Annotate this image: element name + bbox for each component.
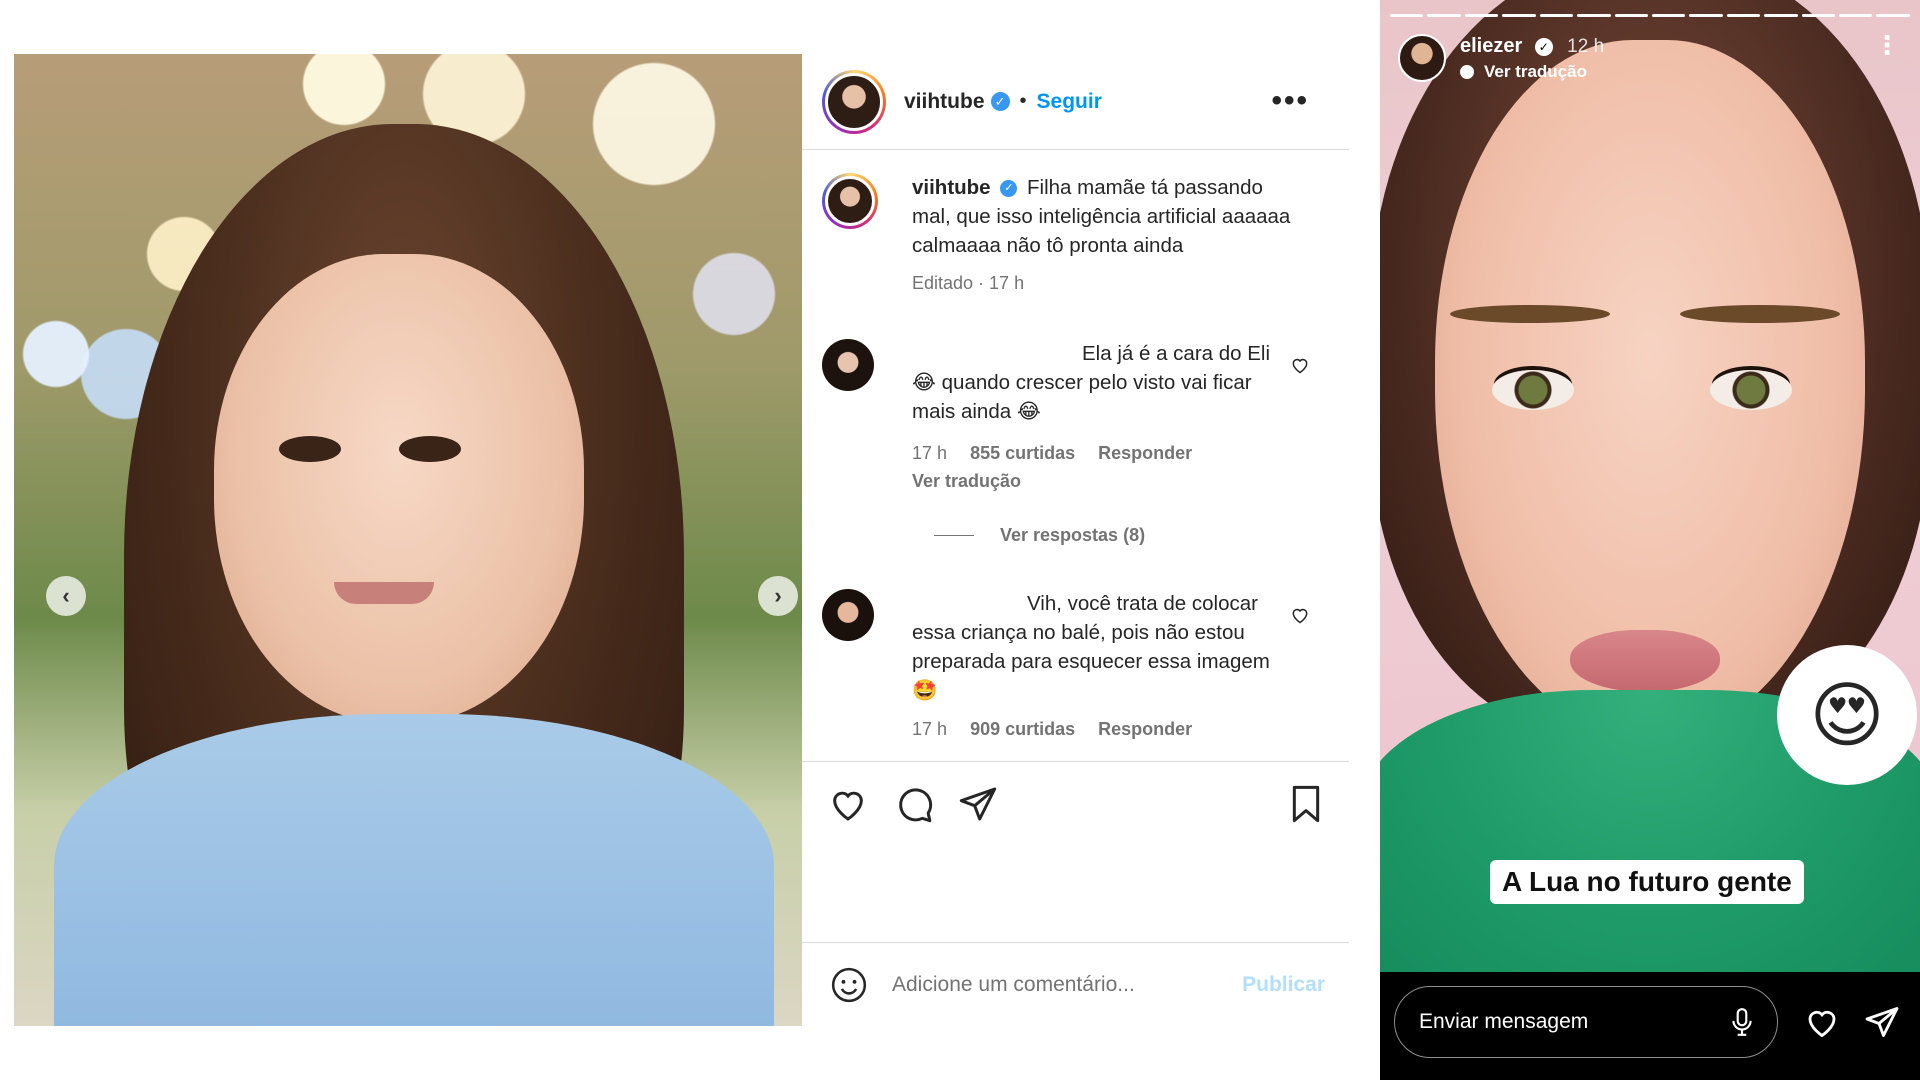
story-progress-segment (1689, 14, 1723, 17)
reply-button[interactable]: Responder (1098, 719, 1192, 739)
story-translate-label[interactable]: Ver tradução (1484, 62, 1587, 82)
comment-likes[interactable]: 855 curtidas (970, 443, 1075, 463)
like-comment-heart-icon[interactable] (1290, 605, 1310, 625)
story-like-heart-icon[interactable] (1804, 1004, 1840, 1040)
like-heart-icon[interactable] (828, 784, 868, 824)
comment-likes[interactable]: 909 curtidas (970, 719, 1075, 739)
comment-bubble-icon[interactable] (894, 784, 934, 824)
share-send-icon[interactable] (958, 784, 998, 824)
photo-eye-left (279, 436, 341, 462)
carousel-prev-button[interactable]: ‹ (46, 576, 86, 616)
comment-time: 17 h (912, 719, 948, 739)
story-viewer[interactable]: eliezer ✓ 12 h Ver tradução ⋮ 😍 A Lua no… (1380, 0, 1920, 1080)
story-header: eliezer ✓ 12 h Ver tradução (1398, 30, 1604, 86)
story-progress-segment (1464, 14, 1499, 17)
author-avatar[interactable] (822, 69, 886, 134)
story-progress-segment (1427, 14, 1461, 17)
story-caption: A Lua no futuro gente (1490, 860, 1804, 904)
story-progress-segment (1839, 14, 1873, 17)
caption-username[interactable]: viihtube (912, 176, 991, 199)
comment-translate[interactable]: Ver tradução (912, 471, 1039, 492)
story-progress-segment (1539, 14, 1574, 17)
story-progress-segment (1502, 14, 1536, 17)
translate-link[interactable]: Ver tradução (912, 471, 1021, 491)
story-share-send-icon[interactable] (1864, 1004, 1900, 1040)
post-header: viihtube ✓ • Seguir ••• (802, 54, 1349, 150)
story-username[interactable]: eliezer (1460, 35, 1522, 57)
microphone-icon[interactable] (1729, 1007, 1755, 1037)
story-eye-right (1710, 370, 1792, 410)
story-reply-bar (1380, 972, 1920, 1080)
caption-text: viihtube ✓ Filha mamãe tá passando mal, … (912, 173, 1292, 260)
add-comment-bar: Publicar (802, 942, 1349, 1026)
save-bookmark-icon[interactable] (1286, 784, 1326, 824)
translate-icon (1460, 64, 1474, 79)
story-image (1380, 0, 1920, 972)
photo-eye-right (399, 436, 461, 462)
carousel-next-button[interactable]: › (758, 576, 798, 616)
story-progress-segment (1726, 14, 1761, 17)
chevron-left-icon: ‹ (62, 583, 70, 608)
more-options-icon[interactable]: ••• (1271, 84, 1309, 118)
comments-list[interactable]: viihtube ✓ Filha mamãe tá passando mal, … (802, 151, 1349, 761)
comment-meta: 17 h 909 curtidas Responder (912, 719, 1210, 740)
story-translate-button[interactable]: Ver tradução (1460, 62, 1604, 82)
story-progress-segment (1577, 14, 1611, 17)
story-reaction-sticker[interactable]: 😍 (1777, 645, 1917, 785)
send-message-box[interactable] (1394, 986, 1778, 1058)
caption-row: viihtube ✓ Filha mamãe tá passando mal, … (822, 173, 1332, 293)
comment-row: Vih, você trata de colocar essa criança … (822, 589, 1332, 761)
story-time: 12 h (1567, 35, 1605, 57)
caption-meta: Editado · 17 h (912, 273, 1042, 294)
story-author-avatar[interactable] (1398, 34, 1446, 82)
view-replies-button[interactable]: Ver respostas (8) (934, 525, 1145, 546)
post-side-panel: viihtube ✓ • Seguir ••• viihtube ✓ Filha… (802, 54, 1349, 1026)
story-progress-segment (1651, 14, 1686, 17)
story-eye-left (1492, 370, 1574, 410)
photo-face (214, 254, 584, 724)
replies-divider (934, 535, 974, 536)
comment-time: 17 h (912, 443, 948, 463)
commenter-avatar[interactable] (822, 339, 874, 391)
verified-icon: ✓ (1534, 38, 1553, 57)
comment-input[interactable] (890, 971, 1220, 998)
story-progress-bar (1390, 14, 1910, 17)
story-progress-segment (1390, 14, 1424, 17)
story-brow-right (1680, 305, 1840, 323)
post-photo[interactable]: ‹ › (14, 54, 802, 1026)
story-author-info: eliezer ✓ 12 h Ver tradução (1460, 35, 1604, 82)
verified-icon: ✓ (1000, 180, 1018, 198)
comment-text: Vih, você trata de colocar essa criança … (912, 592, 1270, 702)
publish-button[interactable]: Publicar (1242, 973, 1325, 997)
photo-shirt (54, 714, 774, 1026)
follow-button[interactable]: Seguir (1037, 90, 1102, 114)
story-progress-segment (1876, 14, 1910, 17)
comment-meta: 17 h 855 curtidas Responder (912, 443, 1210, 464)
view-replies-label[interactable]: Ver respostas (8) (1000, 525, 1145, 546)
caption-avatar[interactable] (822, 173, 878, 229)
photo-mouth (334, 582, 434, 604)
chevron-right-icon: › (774, 583, 782, 608)
story-progress-segment (1764, 14, 1798, 17)
story-lips (1570, 630, 1720, 692)
author-username[interactable]: viihtube (904, 90, 985, 114)
commenter-avatar[interactable] (822, 589, 874, 641)
separator: • (1019, 90, 1027, 112)
caption-edited-time: Editado · 17 h (912, 273, 1025, 293)
comment-text: Ela já é a cara do Eli 😂 quando crescer … (912, 342, 1271, 423)
story-progress-segment (1614, 14, 1648, 17)
comment-row: Ela já é a cara do Eli 😂 quando crescer … (822, 339, 1332, 559)
like-comment-heart-icon[interactable] (1290, 355, 1310, 375)
verified-icon: ✓ (990, 92, 1010, 111)
story-progress-segment (1801, 14, 1836, 17)
story-brow-left (1450, 305, 1610, 323)
send-message-input[interactable] (1417, 1009, 1729, 1035)
story-more-options-icon[interactable]: ⋮ (1874, 32, 1900, 58)
emoji-picker-icon[interactable] (830, 966, 868, 1004)
reply-button[interactable]: Responder (1098, 443, 1192, 463)
